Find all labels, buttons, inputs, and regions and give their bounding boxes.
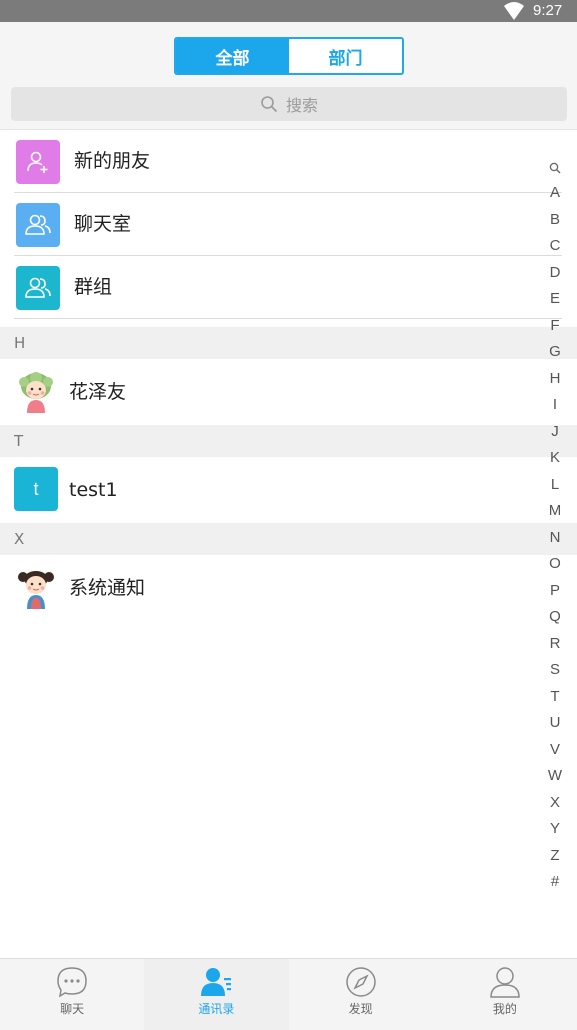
chatroom-label: 聊天室 <box>74 213 132 235</box>
contact-name: 花泽友 <box>69 381 127 403</box>
section-letter: X <box>14 530 25 548</box>
section-header-t: T <box>0 425 577 457</box>
nav-discover[interactable]: 发现 <box>289 959 433 1030</box>
nav-chat[interactable]: 聊天 <box>0 959 144 1030</box>
chatroom-icon <box>16 203 60 247</box>
chat-bubble-icon <box>57 967 87 998</box>
groups-label: 群组 <box>74 276 113 298</box>
index-letter[interactable]: M <box>540 498 570 525</box>
add-friend-icon <box>16 140 60 184</box>
index-letter[interactable]: O <box>540 551 570 578</box>
index-letter[interactable]: E <box>540 286 570 313</box>
new-friends-entry[interactable]: 新的朋友 <box>0 130 562 193</box>
index-letter[interactable]: V <box>540 737 570 764</box>
index-letter[interactable]: Z <box>540 843 570 870</box>
nav-label: 通讯录 <box>198 1002 235 1016</box>
tab-all[interactable]: 全部 <box>176 39 289 73</box>
nav-profile[interactable]: 我的 <box>433 959 577 1030</box>
index-letter[interactable]: U <box>540 710 570 737</box>
section-header-x: X <box>0 523 577 555</box>
index-letter[interactable]: G <box>540 339 570 366</box>
index-letter[interactable]: J <box>540 419 570 446</box>
contacts-icon <box>201 968 232 996</box>
nav-label: 我的 <box>492 1002 517 1016</box>
index-letter[interactable]: S <box>540 657 570 684</box>
alphabet-index[interactable]: A B C D E F G H I J K L M N O P Q R S T … <box>540 156 570 896</box>
index-letter[interactable]: P <box>540 578 570 605</box>
contact-item[interactable]: t test1 <box>0 457 562 523</box>
section-letter: H <box>14 334 26 352</box>
contact-name: 系统通知 <box>69 577 146 599</box>
profile-icon <box>490 967 520 998</box>
search-bar: 搜索 <box>0 78 577 130</box>
compass-icon <box>345 967 376 997</box>
nav-contacts[interactable]: 通讯录 <box>144 959 289 1030</box>
index-letter[interactable]: A <box>540 180 570 207</box>
groups-entry[interactable]: 群组 <box>0 256 562 319</box>
status-bar: 9:27 <box>0 0 577 22</box>
index-letter[interactable]: C <box>540 233 570 260</box>
index-letter[interactable]: W <box>540 763 570 790</box>
divider <box>14 318 562 319</box>
index-letter[interactable]: R <box>540 631 570 658</box>
wifi-icon <box>504 2 524 20</box>
letter-avatar: t <box>14 467 58 511</box>
index-letter[interactable]: Q <box>540 604 570 631</box>
contact-item[interactable]: 花泽友 <box>0 359 562 425</box>
search-placeholder: 搜索 <box>285 96 318 115</box>
section-letter: T <box>14 432 24 450</box>
bottom-nav: 聊天 通讯录 发现 我的 <box>0 958 577 1030</box>
index-letter[interactable]: Y <box>540 816 570 843</box>
nav-label: 发现 <box>348 1002 373 1016</box>
index-letter[interactable]: B <box>540 207 570 234</box>
tab-department[interactable]: 部门 <box>289 39 402 73</box>
index-letter[interactable]: D <box>540 260 570 287</box>
index-letter[interactable]: # <box>540 869 570 896</box>
index-letter[interactable]: T <box>540 684 570 711</box>
index-letter[interactable]: I <box>540 392 570 419</box>
new-friends-label: 新的朋友 <box>74 150 151 172</box>
search-icon <box>261 96 277 112</box>
nav-label: 聊天 <box>60 1002 85 1016</box>
index-letter[interactable]: H <box>540 366 570 393</box>
index-letter[interactable]: F <box>540 313 570 340</box>
contact-name: test1 <box>69 479 118 501</box>
index-letter[interactable]: N <box>540 525 570 552</box>
chatroom-entry[interactable]: 聊天室 <box>0 193 562 256</box>
cartoon-avatar <box>14 565 58 609</box>
header: 全部 部门 <box>0 22 577 78</box>
contacts-segmented-control: 全部 部门 <box>174 37 404 75</box>
index-search-icon[interactable] <box>540 156 570 180</box>
index-letter[interactable]: L <box>540 472 570 499</box>
cartoon-avatar <box>14 369 58 413</box>
group-icon <box>16 266 60 310</box>
status-time: 9:27 <box>533 2 563 19</box>
contact-item[interactable]: 系统通知 <box>0 555 562 621</box>
index-letter[interactable]: X <box>540 790 570 817</box>
index-letter[interactable]: K <box>540 445 570 472</box>
search-input[interactable]: 搜索 <box>11 87 567 121</box>
section-header-h: H <box>0 327 577 359</box>
